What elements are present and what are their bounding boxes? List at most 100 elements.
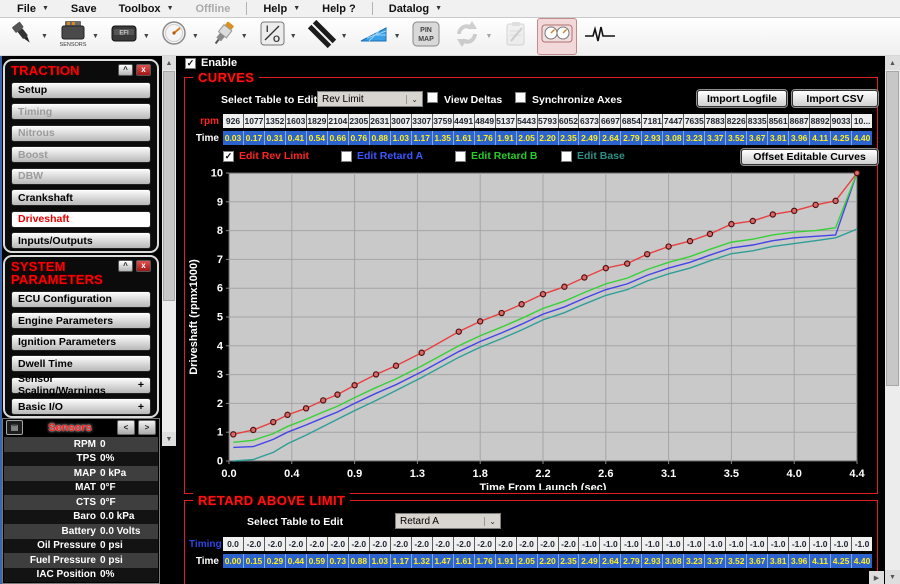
retard-time-cell[interactable]: 1.61 xyxy=(454,554,474,568)
data-point[interactable] xyxy=(750,218,755,223)
sysparam-item-ignition-parameters[interactable]: Ignition Parameters xyxy=(11,334,151,351)
data-point[interactable] xyxy=(813,202,818,207)
timing-cell[interactable]: -1.0 xyxy=(684,537,704,551)
sysparam-item-sensor-scaling-warnings[interactable]: Sensor Scaling/Warnings+ xyxy=(11,377,151,394)
menu-save[interactable]: Save xyxy=(60,0,108,17)
rpm-cell[interactable]: 926 xyxy=(223,114,243,128)
data-point[interactable] xyxy=(603,266,608,271)
sysparam-item-engine-parameters[interactable]: Engine Parameters xyxy=(11,312,151,329)
rpm-cell[interactable]: 6373 xyxy=(579,114,599,128)
timing-cell[interactable]: -1.0 xyxy=(747,537,767,551)
retard-time-cell[interactable]: 2.35 xyxy=(559,554,579,568)
timing-cell[interactable]: -2.0 xyxy=(370,537,390,551)
retard-time-cell[interactable]: 1.32 xyxy=(412,554,432,568)
timing-cell[interactable]: -1.0 xyxy=(621,537,641,551)
retard-time-cell[interactable]: 3.67 xyxy=(747,554,767,568)
gauge-toolbar-button[interactable]: ▼ xyxy=(156,18,202,55)
time-cell[interactable]: 4.25 xyxy=(831,131,851,145)
retard-time-cell[interactable]: 0.44 xyxy=(286,554,306,568)
traction-item-crankshaft[interactable]: Crankshaft xyxy=(11,189,151,206)
data-point[interactable] xyxy=(562,284,567,289)
retard-time-cell[interactable]: 2.93 xyxy=(642,554,662,568)
data-point[interactable] xyxy=(478,319,483,324)
sensors-prev-button[interactable]: < xyxy=(117,420,135,435)
time-cell[interactable]: 2.64 xyxy=(600,131,620,145)
timing-cell[interactable]: -2.0 xyxy=(475,537,495,551)
system-parameters-close-button[interactable]: x xyxy=(136,260,151,272)
sensors-panel-icon[interactable]: ▤ xyxy=(6,420,23,435)
rpm-cell[interactable]: 6697 xyxy=(600,114,620,128)
sidebar-scrollbar-thumb[interactable] xyxy=(163,71,175,301)
retard-time-cell[interactable]: 1.03 xyxy=(370,554,390,568)
system-parameters-minimize-button[interactable]: ^ xyxy=(118,260,133,272)
rpm-cell[interactable]: 3307 xyxy=(412,114,432,128)
data-point[interactable] xyxy=(519,302,524,307)
time-cell[interactable]: 1.91 xyxy=(496,131,516,145)
data-point[interactable] xyxy=(625,261,630,266)
scroll-right-icon[interactable]: ▶ xyxy=(869,571,884,584)
data-point[interactable] xyxy=(251,427,256,432)
offset-editable-curves-button[interactable]: Offset Editable Curves xyxy=(741,149,878,165)
retard-time-cell[interactable]: 2.05 xyxy=(517,554,537,568)
time-cell[interactable]: 0.54 xyxy=(307,131,327,145)
menu-help[interactable]: Help▼ xyxy=(252,0,311,17)
retard-time-cell[interactable]: 0.00 xyxy=(223,554,243,568)
time-cell[interactable]: 1.03 xyxy=(391,131,411,145)
gauges-toolbar-button[interactable] xyxy=(537,18,577,55)
retard-time-cell[interactable]: 2.49 xyxy=(579,554,599,568)
rpm-cell[interactable]: 1603 xyxy=(286,114,306,128)
timing-cell[interactable]: -2.0 xyxy=(538,537,558,551)
retard-table-select-dropdown[interactable]: Retard A ⌄ xyxy=(395,513,501,529)
data-point[interactable] xyxy=(321,398,326,403)
traction-item-inputs-outputs[interactable]: Inputs/Outputs xyxy=(11,232,151,249)
rpm-cell[interactable]: 8226 xyxy=(726,114,746,128)
time-cell[interactable]: 1.61 xyxy=(454,131,474,145)
retard-time-cell[interactable]: 3.23 xyxy=(684,554,704,568)
data-point[interactable] xyxy=(373,372,378,377)
rpm-cell[interactable]: 2104 xyxy=(328,114,348,128)
rpm-cell[interactable]: 5443 xyxy=(517,114,537,128)
data-point[interactable] xyxy=(707,231,712,236)
retard-time-cell[interactable]: 1.76 xyxy=(475,554,495,568)
time-cell[interactable]: 0.03 xyxy=(223,131,243,145)
retard-time-cell[interactable]: 4.25 xyxy=(831,554,851,568)
time-cell[interactable]: 0.17 xyxy=(244,131,264,145)
rpm-cell[interactable]: 3759 xyxy=(433,114,453,128)
retard-time-cell[interactable]: 1.91 xyxy=(496,554,516,568)
retard-time-cell[interactable]: 1.17 xyxy=(391,554,411,568)
time-cell[interactable]: 1.17 xyxy=(412,131,432,145)
data-point[interactable] xyxy=(285,412,290,417)
retard-time-cell[interactable]: 0.15 xyxy=(244,554,264,568)
edit-base-checkbox[interactable] xyxy=(561,151,572,162)
data-point[interactable] xyxy=(666,244,671,249)
rpm-cell[interactable]: 3007 xyxy=(391,114,411,128)
timing-cell[interactable]: -1.0 xyxy=(768,537,788,551)
time-cell[interactable]: 2.35 xyxy=(559,131,579,145)
enable-checkbox[interactable]: ✓ xyxy=(185,58,196,69)
main-scrollbar[interactable]: ▲ ▼ xyxy=(885,56,900,584)
rpm-cell[interactable]: 2631 xyxy=(370,114,390,128)
time-cell[interactable]: 0.76 xyxy=(349,131,369,145)
time-cell[interactable]: 3.96 xyxy=(789,131,809,145)
scroll-down-icon[interactable]: ▼ xyxy=(885,570,900,584)
data-point[interactable] xyxy=(352,383,357,388)
io-toolbar-button[interactable]: IO▼ xyxy=(254,18,300,55)
rpm-cell[interactable]: 10... xyxy=(852,114,872,128)
main-scrollbar-thumb[interactable] xyxy=(886,71,899,386)
data-point[interactable] xyxy=(303,406,308,411)
time-cell[interactable]: 4.11 xyxy=(810,131,830,145)
retard-time-cell[interactable]: 2.79 xyxy=(621,554,641,568)
menu-file[interactable]: File▼ xyxy=(6,0,60,17)
menu-toolbox[interactable]: Toolbox▼ xyxy=(108,0,185,17)
time-cell[interactable]: 3.67 xyxy=(747,131,767,145)
timing-cell[interactable]: -2.0 xyxy=(412,537,432,551)
time-cell[interactable]: 0.66 xyxy=(328,131,348,145)
data-point[interactable] xyxy=(687,239,692,244)
time-cell[interactable]: 4.40 xyxy=(852,131,872,145)
timing-cell[interactable]: -1.0 xyxy=(663,537,683,551)
rpm-cell[interactable]: 7181 xyxy=(642,114,662,128)
timing-cell[interactable]: -2.0 xyxy=(391,537,411,551)
timing-cell[interactable]: -2.0 xyxy=(454,537,474,551)
data-point[interactable] xyxy=(540,292,545,297)
data-point[interactable] xyxy=(335,392,340,397)
